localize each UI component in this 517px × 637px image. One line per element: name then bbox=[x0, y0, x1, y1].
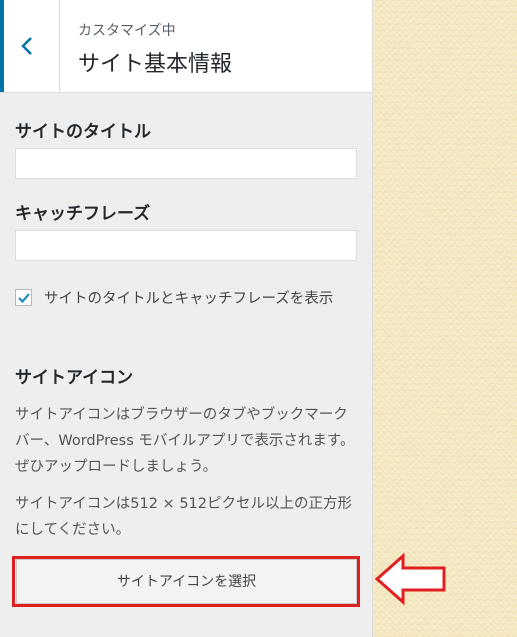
chevron-left-icon bbox=[21, 37, 32, 55]
header-subtitle: カスタマイズ中 bbox=[78, 23, 176, 39]
tagline-label: キャッチフレーズ bbox=[15, 204, 151, 224]
back-button[interactable] bbox=[0, 0, 60, 92]
site-title-input[interactable] bbox=[15, 148, 357, 179]
arrow-left-icon bbox=[374, 552, 446, 606]
display-title-checkbox-label: サイトのタイトルとキャッチフレーズを表示 bbox=[44, 291, 334, 307]
tagline-input[interactable] bbox=[15, 230, 357, 261]
site-icon-description: サイトアイコンはブラウザーのタブやブックマークバー、WordPress モバイル… bbox=[15, 407, 355, 475]
section-title: サイト基本情報 bbox=[78, 52, 233, 77]
site-title-label: サイトのタイトル bbox=[15, 122, 151, 142]
site-icon-heading: サイトアイコン bbox=[15, 368, 134, 388]
checkmark-icon bbox=[18, 293, 30, 304]
highlight-box bbox=[12, 556, 360, 607]
customizer-panel: カスタマイズ中 サイト基本情報 サイトのタイトル キャッチフレーズ サイトのタイ… bbox=[0, 0, 373, 637]
display-title-checkbox[interactable] bbox=[15, 289, 32, 306]
site-icon-size-note: サイトアイコンは512 × 512ピクセル以上の正方形にしてください。 bbox=[15, 496, 352, 538]
site-preview-background bbox=[373, 0, 517, 637]
panel-header: カスタマイズ中 サイト基本情報 bbox=[0, 0, 372, 93]
